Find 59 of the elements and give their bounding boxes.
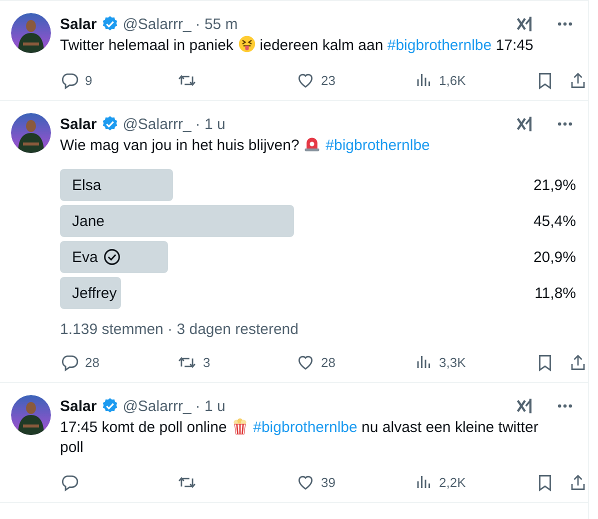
views-icon [415,473,433,491]
author-handle[interactable]: @Salarrr_ [122,398,192,414]
views-button[interactable]: 1,6K [415,71,466,89]
siren-icon [303,135,322,153]
views-button[interactable]: 2,2K [415,473,466,491]
share-button[interactable] [569,352,587,372]
tongue-face-icon [238,35,256,53]
share-button[interactable] [569,70,587,90]
tweet-text: Wie mag van jou in het huis blijven? #bigbrothernlbe [60,135,431,156]
poll-option-label: Jeffrey [72,284,117,302]
author-name[interactable]: Salar [60,16,97,32]
like-button[interactable]: 23 [296,70,336,90]
poll-percent: 45,4% [533,212,576,230]
views-icon [415,353,433,371]
repost-button[interactable]: 3 [177,352,210,372]
bookmark-button[interactable] [536,70,554,90]
author-name[interactable]: Salar [60,116,97,132]
poll-percent: 11,8% [534,284,576,302]
views-icon [415,71,433,89]
author-name[interactable]: Salar [60,398,97,414]
verified-badge-icon [100,115,119,133]
bookmark-icon [536,70,554,90]
reply-icon [60,352,79,372]
like-button[interactable]: 39 [296,472,336,492]
popcorn-icon [230,417,249,435]
reply-button[interactable] [60,472,79,492]
verified-badge-icon [100,397,119,415]
timestamp[interactable]: · 55 m [195,16,238,32]
timestamp[interactable]: · 1 u [195,116,226,132]
tweet-text: 17:45 komt de poll online #bigbrothernlbe nu alvast een kleine twitter poll [60,417,540,458]
verified-badge-icon [100,15,119,33]
timestamp[interactable]: · 1 u [195,398,226,414]
poll-option-label: Jane [72,212,105,230]
share-icon [569,70,587,90]
tweet-text: Twitter helemaal in paniek iedereen kalm aan #bigbrothernlbe 17:45 [60,35,534,56]
avatar [11,395,51,435]
bookmark-icon [536,352,554,372]
bookmark-button[interactable] [536,472,554,492]
share-icon [569,352,587,372]
bookmark-button[interactable] [536,352,554,372]
author-handle[interactable]: @Salarrr_ [122,16,192,32]
reply-button[interactable]: 9 [60,70,92,90]
author-handle[interactable]: @Salarrr_ [122,116,192,132]
check-circle-icon [102,248,121,266]
share-icon [569,472,587,492]
poll-percent: 21,9% [533,176,576,194]
reply-icon [60,472,79,492]
poll-option-label: Eva [72,248,98,266]
avatar [11,13,51,53]
share-button[interactable] [569,472,587,492]
reply-icon [60,70,79,90]
avatar [11,113,51,153]
views-button[interactable]: 3,3K [415,353,466,371]
poll-percent: 20,9% [533,248,576,266]
poll-option-label: Elsa [72,176,102,194]
bookmark-icon [536,472,554,492]
like-button[interactable]: 28 [296,352,336,372]
reply-button[interactable]: 28 [60,352,100,372]
poll-summary: 1.139 stemmen · 3 dagen resterend [60,321,300,338]
